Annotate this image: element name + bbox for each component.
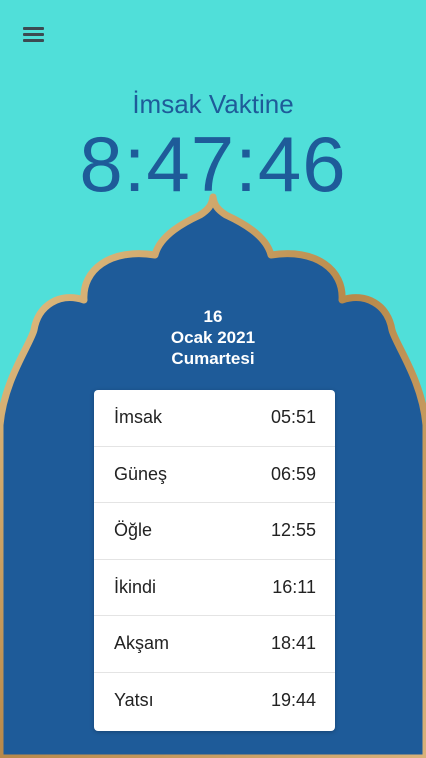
prayer-row-aksam: Akşam 18:41 <box>94 616 335 673</box>
prayer-name: Akşam <box>114 633 170 654</box>
date-month-year: Ocak 2021 <box>170 328 256 347</box>
prayer-row-ogle: Öğle 12:55 <box>94 503 335 560</box>
prayer-name: Öğle <box>114 520 153 541</box>
prayer-time: 19:44 <box>270 690 316 711</box>
prayer-time: 16:11 <box>272 576 316 597</box>
prayer-row-yatsi: Yatsı 19:44 <box>94 673 335 730</box>
date-day: 16 <box>203 307 223 326</box>
prayer-times-card: İmsak 05:51 Güneş 06:59 Öğle 12:55 İkind… <box>94 390 335 731</box>
prayer-row-ikindi: İkindi 16:11 <box>94 560 335 616</box>
countdown-timer: 8:47:46 <box>79 120 347 208</box>
prayer-name: İmsak <box>114 407 163 428</box>
date-weekday: Cumartesi <box>171 349 255 368</box>
next-prayer-label: İmsak Vaktine <box>132 89 294 119</box>
prayer-time: 06:59 <box>270 463 316 484</box>
prayer-name: İkindi <box>114 576 157 597</box>
prayer-row-imsak: İmsak 05:51 <box>94 390 335 447</box>
prayer-row-gunes: Güneş 06:59 <box>94 447 335 503</box>
prayer-name: Yatsı <box>114 690 154 711</box>
prayer-time: 05:51 <box>270 407 316 428</box>
date-display: 16 Ocak 2021 Cumartesi <box>0 306 426 369</box>
prayer-name: Güneş <box>114 463 168 484</box>
prayer-time: 18:41 <box>270 633 316 654</box>
menu-button[interactable] <box>20 22 48 46</box>
prayer-time: 12:55 <box>270 520 316 541</box>
app-screen: İmsak Vaktine 8:47:46 16 Ocak 2021 Cumar… <box>0 0 426 758</box>
